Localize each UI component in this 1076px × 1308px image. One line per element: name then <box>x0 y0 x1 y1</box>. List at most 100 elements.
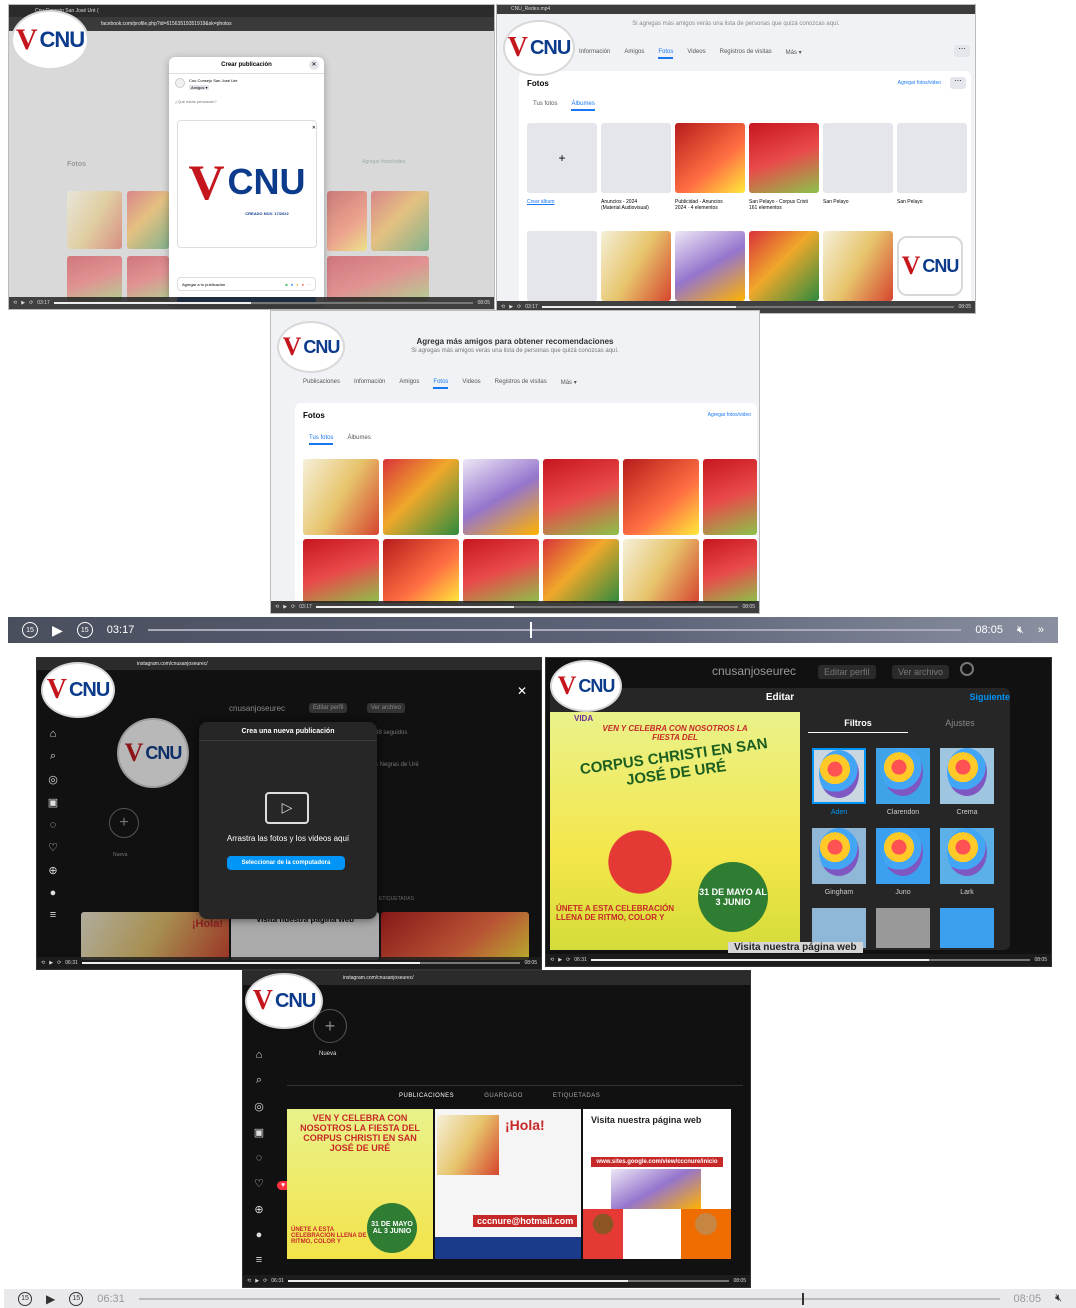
tab-info[interactable]: Información <box>579 49 610 59</box>
album-title[interactable]: Anuncios - 2024 (Material Audiovisual) <box>601 199 671 211</box>
filter-crema[interactable] <box>940 748 994 804</box>
post-text-input[interactable]: ¿Qué estás pensando? <box>175 99 217 104</box>
archive-button[interactable]: Ver archivo <box>367 703 406 713</box>
messages-icon[interactable]: ◌ <box>50 819 57 831</box>
create-icon[interactable]: ⊕ <box>48 864 57 877</box>
create-icon[interactable]: ⊕ <box>254 1203 263 1216</box>
photo-thumb[interactable] <box>703 459 757 535</box>
home-icon[interactable]: ⌂ <box>256 1049 263 1061</box>
album-tile[interactable] <box>823 231 893 301</box>
album-tile[interactable] <box>601 231 671 301</box>
tab-tagged[interactable]: ETIQUETADAS <box>553 1093 600 1099</box>
tab-saved[interactable]: GUARDADO <box>484 1093 523 1099</box>
album-tile[interactable] <box>601 123 671 193</box>
tab-visits[interactable]: Registros de visitas <box>720 49 772 59</box>
photo-thumb[interactable] <box>463 539 539 603</box>
filter-aden[interactable] <box>812 748 866 804</box>
location-icon[interactable]: ● <box>302 282 304 287</box>
tab-videos[interactable]: Videos <box>462 379 480 389</box>
explore-icon[interactable]: ◎ <box>254 1100 264 1113</box>
album-title[interactable]: San Pelayo - Corpus Cristi 161 elementos <box>749 199 819 211</box>
photo-thumb[interactable] <box>623 539 699 603</box>
close-icon[interactable]: ✕ <box>309 60 319 70</box>
photo-thumb[interactable] <box>303 459 379 535</box>
menu-icon[interactable]: ≡ <box>256 1254 262 1266</box>
album-title[interactable]: Publicidad - Anuncios 2024 · 4 elementos <box>675 199 745 211</box>
album-tile[interactable] <box>897 123 967 193</box>
photo-thumb[interactable] <box>463 459 539 535</box>
tab-posts[interactable]: PUBLICACIONES <box>399 1093 454 1099</box>
photo-thumb[interactable] <box>543 539 619 603</box>
explore-icon[interactable]: ◎ <box>48 773 58 786</box>
tag-icon[interactable]: ● <box>291 282 293 287</box>
photo-thumb[interactable] <box>703 539 757 603</box>
tab-posts[interactable]: Publicaciones <box>303 379 340 389</box>
tagged-tab[interactable]: ETIQUETADAS <box>379 896 414 902</box>
album-tile[interactable] <box>675 231 745 301</box>
album-title[interactable]: San Pelayo <box>823 199 849 205</box>
seek-bar[interactable] <box>81 962 521 964</box>
seek-bar[interactable] <box>287 1280 730 1282</box>
post-hola[interactable]: ¡Hola! cccnure@hotmail.com <box>435 1109 581 1259</box>
tab-videos[interactable]: Videos <box>687 49 705 59</box>
forward-icon[interactable]: ⟳ <box>57 960 61 966</box>
close-icon[interactable]: ✕ <box>517 684 527 698</box>
seek-bar[interactable] <box>541 306 955 308</box>
photo-thumb[interactable] <box>303 539 379 603</box>
rewind-15-icon[interactable]: 15 <box>18 1291 32 1306</box>
seek-bar[interactable] <box>590 959 1031 961</box>
forward-15-icon[interactable]: 15 <box>69 1291 84 1306</box>
forward-icon[interactable]: ⟳ <box>29 300 33 306</box>
more-icon[interactable]: ⋯ <box>307 282 311 287</box>
rewind-icon[interactable]: ⟲ <box>275 604 279 610</box>
photo-thumb[interactable] <box>543 459 619 535</box>
photo-icon[interactable]: ■ <box>285 282 287 287</box>
reels-icon[interactable]: ▣ <box>254 1126 264 1139</box>
notifications-icon[interactable]: ♡ <box>254 1177 264 1190</box>
album-tile[interactable] <box>527 231 597 301</box>
filter-thumb[interactable] <box>940 908 994 948</box>
filter-juno[interactable] <box>876 828 930 884</box>
seek-bar[interactable] <box>315 606 739 608</box>
tab-friends[interactable]: Amigos <box>624 49 644 59</box>
create-album-tile[interactable]: + <box>527 123 597 193</box>
photo-thumb[interactable] <box>383 539 459 603</box>
next-button[interactable]: Siguiente <box>969 692 1010 702</box>
play-icon[interactable]: ▶ <box>283 604 287 610</box>
expand-icon[interactable]: » <box>1038 624 1044 636</box>
post-thumb[interactable] <box>381 912 529 960</box>
edit-profile-button[interactable]: Editar perfil <box>309 703 348 713</box>
forward-icon[interactable]: ⟳ <box>566 957 570 963</box>
filter-gingham[interactable] <box>812 828 866 884</box>
more-options-button[interactable]: ⋯ <box>954 45 970 57</box>
rewind-icon[interactable]: ⟲ <box>550 957 554 963</box>
rewind-15-icon[interactable]: 15 <box>22 622 38 638</box>
play-icon[interactable]: ▶ <box>49 960 53 966</box>
search-icon[interactable]: ⌕ <box>256 1074 262 1087</box>
play-icon[interactable]: ▶ <box>21 300 25 306</box>
messages-icon[interactable]: ◌ <box>256 1152 263 1164</box>
tab-friends[interactable]: Amigos <box>399 379 419 389</box>
home-icon[interactable]: ⌂ <box>50 728 57 740</box>
add-photos-link[interactable]: Agregar fotos/video <box>898 80 941 86</box>
settings-icon[interactable] <box>960 662 974 676</box>
tab-more[interactable]: Más ▾ <box>786 49 802 59</box>
play-icon[interactable]: ▶ <box>255 1278 259 1284</box>
tab-albums[interactable]: Álbumes <box>571 101 595 111</box>
forward-icon[interactable]: ⟳ <box>263 1278 267 1284</box>
seek-bar[interactable] <box>53 302 474 304</box>
album-tile[interactable] <box>675 123 745 193</box>
post-thumb[interactable]: ¡Hola! <box>81 912 229 960</box>
remove-image-icon[interactable]: ✕ <box>312 125 316 131</box>
profile-icon[interactable]: ● <box>256 1229 263 1241</box>
card-more-button[interactable]: ⋯ <box>950 77 966 89</box>
album-tile[interactable] <box>749 231 819 301</box>
tab-info[interactable]: Información <box>354 379 385 389</box>
select-from-computer-button[interactable]: Seleccionar de la computadora <box>227 856 345 870</box>
post-thumb[interactable]: Visita nuestra página web <box>231 912 379 960</box>
tab-adjust[interactable]: Ajustes <box>910 718 1010 728</box>
play-icon[interactable]: ▶ <box>46 1292 55 1306</box>
post-website[interactable]: Visita nuestra página web www.sites.goog… <box>583 1109 731 1259</box>
tab-your-photos[interactable]: Tus fotos <box>533 101 557 111</box>
rewind-icon[interactable]: ⟲ <box>13 300 17 306</box>
